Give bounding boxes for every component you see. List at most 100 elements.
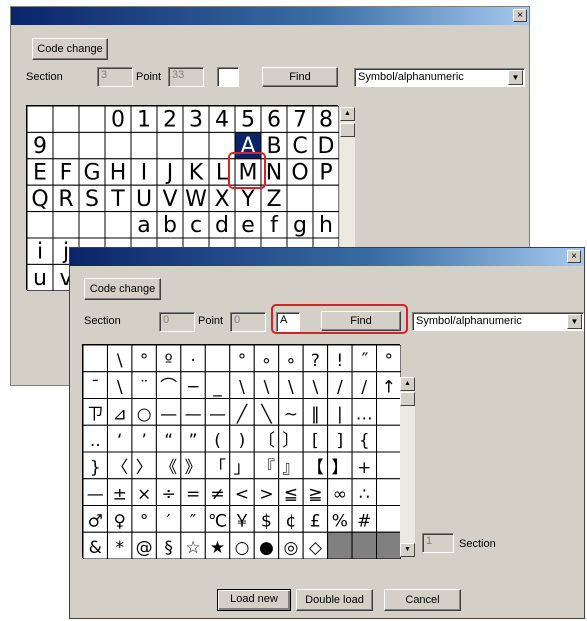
load-new-button[interactable]: Load new <box>217 589 291 611</box>
scroll-thumb[interactable] <box>340 123 355 137</box>
search-input[interactable] <box>217 67 239 87</box>
grid-char: · <box>190 351 195 371</box>
grid-char: ◇ <box>309 538 323 558</box>
cancel-button[interactable]: Cancel <box>384 589 461 611</box>
grid-char: 」 <box>233 458 250 478</box>
charset-select-value: Symbol/alphanumeric <box>416 315 522 327</box>
empty-cell <box>327 531 353 559</box>
grid-cell[interactable] <box>104 131 132 160</box>
grid-cell[interactable] <box>104 211 132 239</box>
grid-cell[interactable] <box>52 211 80 239</box>
code-change-button[interactable]: Code change <box>84 278 161 300</box>
grid-char: 』 <box>282 458 299 478</box>
grid-char: O <box>291 160 308 185</box>
grid-char: h <box>319 213 333 238</box>
grid-char: J <box>165 160 174 185</box>
grid-char: \ <box>313 378 319 398</box>
chevron-down-icon[interactable]: ▼ <box>567 314 582 329</box>
vertical-scrollbar[interactable]: ▲ ▼ <box>400 377 415 557</box>
section-field: 0 <box>159 312 195 332</box>
symbol-grid[interactable]: \ ° º · ° ∘ ∘?! ˝ ° ¯ \ ¨ ⌒ ─ _ \ \ \ \ / / ↑ ㄗ ⊿ ○ — — — ╱ ╲ ~ ‖ | ….. ‘ ’… <box>82 344 401 559</box>
grid-char: ★ <box>210 538 225 558</box>
grid-cell[interactable] <box>27 211 54 239</box>
grid-char: < <box>235 485 249 505</box>
grid-cell[interactable] <box>52 131 80 160</box>
grid-char: # <box>357 511 371 531</box>
grid-char: c <box>190 213 202 238</box>
section-label: Section <box>84 315 121 327</box>
grid-char: N <box>266 160 282 185</box>
grid-cell[interactable] <box>376 451 401 480</box>
grid-cell[interactable] <box>156 131 184 160</box>
double-load-button[interactable]: Double load <box>296 589 373 611</box>
grid-char: 7 <box>293 108 307 133</box>
grid-cell[interactable] <box>78 106 106 133</box>
grid-cell[interactable] <box>130 131 158 160</box>
grid-char: ○ <box>235 538 250 558</box>
grid-cell[interactable] <box>376 505 401 533</box>
grid-cell[interactable] <box>182 131 210 160</box>
grid-char: g <box>293 213 307 238</box>
grid-cell[interactable] <box>78 131 106 160</box>
grid-char: 5 <box>241 108 255 133</box>
chevron-down-icon[interactable]: ▼ <box>508 70 523 85</box>
scroll-up-arrow-icon[interactable]: ▲ <box>400 377 415 391</box>
grid-char: ♀ <box>113 511 125 531</box>
grid-char: % <box>332 511 348 531</box>
grid-char: — <box>87 485 104 505</box>
grid-cell[interactable] <box>52 106 80 133</box>
grid-char: 4 <box>215 108 229 133</box>
grid-char: j <box>62 240 69 265</box>
window-titlebar[interactable] <box>70 248 584 266</box>
grid-cell[interactable] <box>204 345 231 373</box>
grid-char: e <box>241 213 255 238</box>
scroll-thumb[interactable] <box>400 392 415 406</box>
grid-char: \ <box>264 378 270 398</box>
grid-char: ÷ <box>161 485 175 505</box>
grid-char: ( <box>214 431 221 451</box>
grid-char: ≦ <box>284 485 298 505</box>
grid-char: 8 <box>319 108 333 133</box>
code-change-button[interactable]: Code change <box>32 38 108 60</box>
grid-char: ● <box>259 538 274 558</box>
grid-cell[interactable] <box>376 398 401 426</box>
grid-char: D <box>318 134 335 159</box>
grid-char: ㄗ <box>87 404 104 424</box>
close-icon[interactable]: × <box>513 9 527 22</box>
grid-char: ″ <box>190 511 196 531</box>
grid-char: 「 <box>209 458 226 478</box>
scroll-up-arrow-icon[interactable]: ▲ <box>340 107 355 121</box>
grid-char: $ <box>261 511 272 531</box>
charset-select[interactable]: Symbol/alphanumeric ▼ <box>354 68 525 87</box>
grid-cell[interactable] <box>376 478 401 506</box>
grid-char: 『 <box>258 458 275 478</box>
grid-char: @ <box>136 538 153 558</box>
empty-cell <box>351 531 378 559</box>
scroll-down-arrow-icon[interactable]: ▼ <box>400 543 415 557</box>
grid-cell[interactable] <box>27 106 54 133</box>
grid-cell[interactable] <box>376 424 401 453</box>
grid-char: £ <box>310 511 321 531</box>
grid-cell[interactable] <box>78 211 106 239</box>
grid-char: 0 <box>111 108 125 133</box>
grid-cell[interactable] <box>312 184 339 213</box>
grid-char: = <box>186 485 200 505</box>
find-button[interactable]: Find <box>262 67 338 87</box>
section-label: Section <box>26 71 63 83</box>
grid-char: × <box>137 485 151 505</box>
charset-select[interactable]: Symbol/alphanumeric ▼ <box>412 312 584 331</box>
grid-char: … <box>356 404 373 424</box>
grid-char: ─ <box>187 378 199 398</box>
grid-char: R <box>58 187 73 212</box>
grid-cell[interactable] <box>286 184 314 213</box>
grid-char: .. <box>90 431 101 451</box>
grid-char: V <box>162 187 177 212</box>
grid-char: ≠ <box>210 485 224 505</box>
symbol-grid-cells[interactable]: \ ° º · ° ∘ ∘?! ˝ ° ¯ \ ¨ ⌒ ─ _ \ \ \ \ / / ↑ ㄗ ⊿ ○ — — — ╱ ╲ ~ ‖ | ….. ‘ ’… <box>83 345 401 559</box>
close-icon[interactable]: × <box>567 250 581 263</box>
grid-char: 2 <box>163 108 177 133</box>
grid-char: \ <box>117 378 123 398</box>
window-titlebar[interactable] <box>11 7 529 25</box>
grid-cell[interactable] <box>83 345 108 373</box>
grid-char: ℃ <box>208 511 227 531</box>
